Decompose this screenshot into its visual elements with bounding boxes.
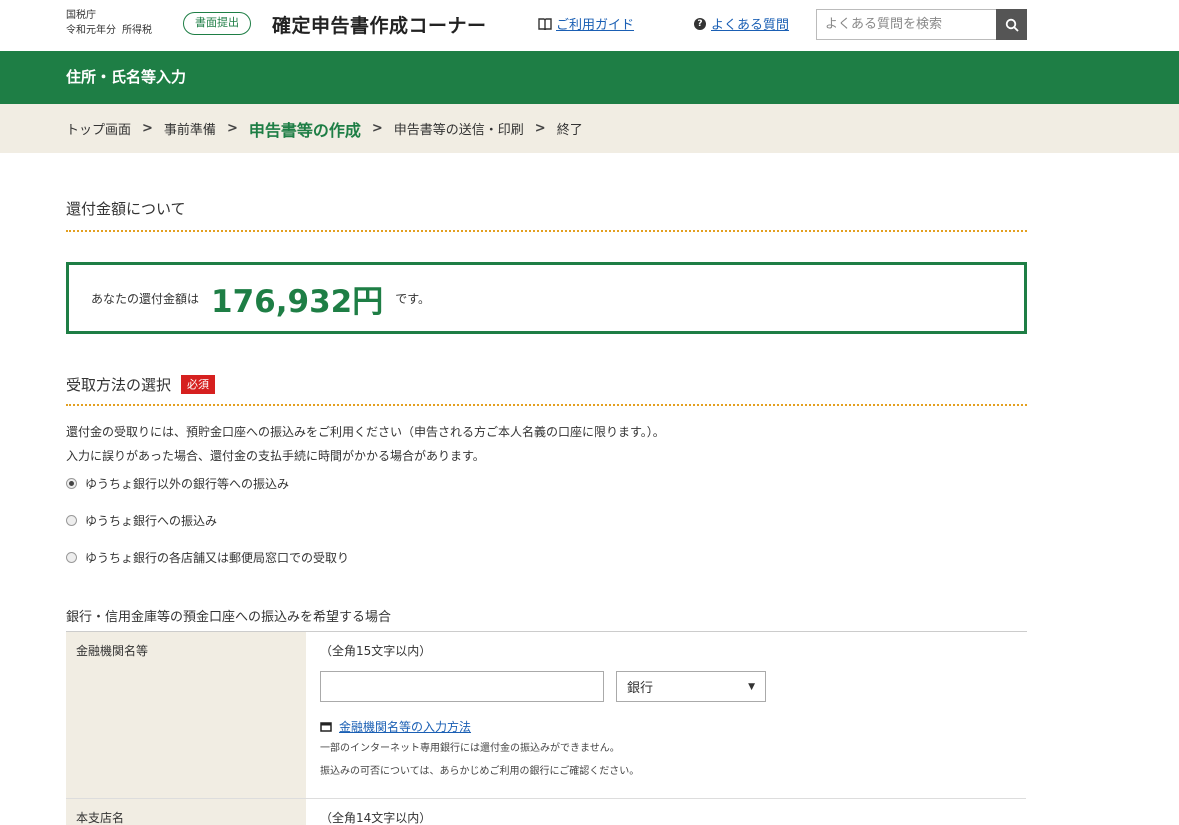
refund-heading-text: 還付金額について <box>66 200 186 218</box>
app-title: 確定申告書作成コーナー <box>272 15 487 37</box>
receipt-option-yucho-counter[interactable]: ゆうちょ銀行の各店舗又は郵便局窓口での受取り <box>66 548 1027 566</box>
breadcrumb-current-step: 申告書等の作成 <box>248 120 361 140</box>
receipt-note: 還付金の受取りには、預貯金口座への振込みをご利用ください（申告される方ご本人名義… <box>66 425 665 439</box>
institution-type-value: 銀行 <box>627 681 654 696</box>
institution-row: 金融機関名等 （全角15文字以内） 銀行 ▼ 金融機関名等の入力方法 一部のイン… <box>66 632 1026 799</box>
radio-selected[interactable] <box>66 477 77 489</box>
receipt-heading-text: 受取方法の選択 <box>66 376 172 394</box>
radio-unselected[interactable] <box>66 514 77 526</box>
guide-link-group[interactable]: ご利用ガイド <box>538 14 634 33</box>
institution-help-link[interactable]: 金融機関名等の入力方法 <box>339 718 471 735</box>
refund-suffix: です。 <box>395 291 431 306</box>
faq-search <box>816 9 1027 40</box>
branch-row: 本支店名 （全角14文字以内） <box>66 798 1026 825</box>
submission-mode-badge: 書面提出 <box>183 12 251 35</box>
refund-prefix: あなたの還付金額は <box>91 291 200 306</box>
receipt-option-label: ゆうちょ銀行以外の銀行等への振込み <box>85 476 290 491</box>
site-header: 国税庁 令和元年分 所得税 書面提出 確定申告書作成コーナー ご利用ガイド ? よ… <box>0 0 1179 51</box>
faq-search-input[interactable] <box>816 9 996 40</box>
search-icon <box>1005 18 1019 32</box>
institution-hint: （全角15文字以内） <box>320 644 432 658</box>
main-content: 還付金額について あなたの還付金額は 176,932円 です。 受取方法の選択 … <box>0 198 1027 825</box>
chevron-right-icon: > <box>534 121 546 136</box>
required-badge: 必須 <box>181 375 216 394</box>
receipt-option-label: ゆうちょ銀行の各店舗又は郵便局窓口での受取り <box>85 550 350 565</box>
search-button[interactable] <box>996 9 1027 40</box>
dropdown-arrow-icon: ▼ <box>748 681 755 692</box>
question-icon: ? <box>694 17 706 30</box>
faq-link[interactable]: よくある質問 <box>711 14 789 33</box>
bank-form-caption: 銀行・信用金庫等の預金口座への振込みを希望する場合 <box>66 606 1027 632</box>
institution-note: 振込みの可否については、あらかじめご利用の銀行にご確認ください。 <box>320 766 640 777</box>
chevron-right-icon: > <box>142 121 153 136</box>
refund-amount-box: あなたの還付金額は 176,932円 です。 <box>66 262 1027 334</box>
external-window-icon <box>320 722 332 732</box>
radio-unselected[interactable] <box>66 551 77 563</box>
refund-amount: 176,932円 <box>211 283 384 320</box>
refund-heading: 還付金額について <box>66 198 1027 232</box>
breadcrumb-step: トップ画面 <box>66 123 132 138</box>
receipt-option-other-bank[interactable]: ゆうちょ銀行以外の銀行等への振込み <box>66 474 1027 492</box>
tax-year: 令和元年分 <box>66 25 116 36</box>
guide-link[interactable]: ご利用ガイド <box>556 14 634 33</box>
breadcrumb-step: 事前準備 <box>163 123 216 138</box>
branch-label: 本支店名 <box>66 798 306 825</box>
chevron-right-icon: > <box>371 121 383 136</box>
institution-cell: （全角15文字以内） 銀行 ▼ 金融機関名等の入力方法 一部のインターネット専用… <box>306 632 1026 799</box>
breadcrumb-step: 終了 <box>556 123 583 138</box>
receipt-heading: 受取方法の選択 必須 <box>66 374 1027 406</box>
bank-form-table: 金融機関名等 （全角15文字以内） 銀行 ▼ 金融機関名等の入力方法 一部のイン… <box>66 632 1026 825</box>
receipt-option-yucho-transfer[interactable]: ゆうちょ銀行への振込み <box>66 511 1027 529</box>
page-title: 住所・氏名等入力 <box>0 51 1179 104</box>
institution-name-input[interactable] <box>320 671 604 702</box>
institution-type-select[interactable]: 銀行 ▼ <box>616 671 766 702</box>
agency-info: 国税庁 令和元年分 所得税 <box>66 8 158 38</box>
receipt-option-label: ゆうちょ銀行への振込み <box>85 513 218 528</box>
branch-hint: （全角14文字以内） <box>306 798 1026 825</box>
breadcrumb-step: 申告書等の送信・印刷 <box>393 123 524 138</box>
faq-link-group[interactable]: ? よくある質問 <box>694 14 789 33</box>
agency-name: 国税庁 <box>66 10 96 21</box>
chevron-right-icon: > <box>226 121 238 136</box>
book-icon <box>538 17 552 30</box>
receipt-note: 入力に誤りがあった場合、還付金の支払手続に時間がかかる場合があります。 <box>66 449 485 463</box>
tax-type: 所得税 <box>122 25 152 36</box>
institution-label: 金融機関名等 <box>66 632 306 799</box>
receipt-notes: 還付金の受取りには、預貯金口座への振込みをご利用ください（申告される方ご本人名義… <box>66 420 1027 468</box>
breadcrumb: トップ画面 > 事前準備 > 申告書等の作成 > 申告書等の送信・印刷 > 終了 <box>0 104 1179 153</box>
institution-note: 一部のインターネット専用銀行には還付金の振込みができません。 <box>320 743 620 754</box>
